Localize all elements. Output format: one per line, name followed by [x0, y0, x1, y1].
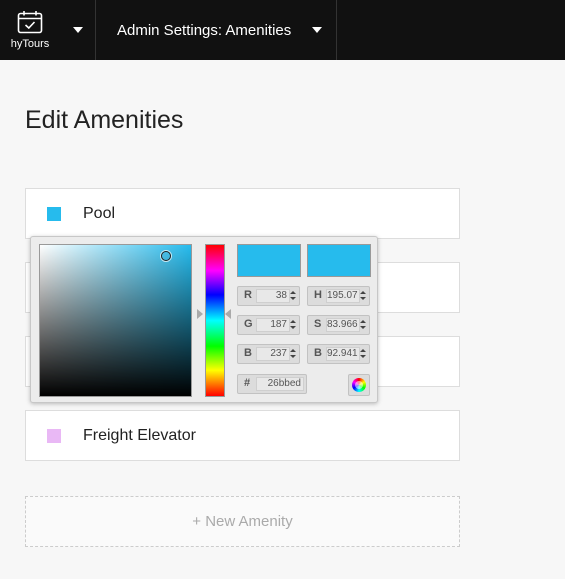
hue-field: H 195.07	[307, 286, 370, 306]
amenity-name[interactable]: Freight Elevator	[83, 427, 196, 445]
brightness-label: B	[314, 347, 322, 359]
hue-spinner-icon[interactable]	[360, 290, 366, 302]
top-navigation-bar: hyTours Admin Settings: Amenities	[0, 0, 565, 60]
brightness-spinner-icon[interactable]	[360, 348, 366, 360]
saturation-spinner-icon[interactable]	[360, 319, 366, 331]
hue-pointer-right-icon	[225, 309, 231, 319]
green-spinner-icon[interactable]	[290, 319, 296, 331]
brand-menu-toggle[interactable]	[60, 0, 96, 60]
saturation-value-area[interactable]	[39, 244, 192, 397]
hex-input[interactable]: 26bbed	[256, 377, 304, 391]
saturation-field: S 83.966	[307, 315, 370, 335]
hue-slider[interactable]	[205, 244, 225, 397]
section-title: Admin Settings: Amenities	[117, 21, 292, 39]
hue-pointer-left-icon	[197, 309, 203, 319]
saturation-value-handle[interactable]	[161, 251, 171, 261]
hue-label: H	[314, 289, 322, 301]
color-wheel-button[interactable]	[348, 374, 370, 396]
amenity-row: Freight Elevator	[25, 410, 460, 461]
amenity-name[interactable]: Pool	[83, 205, 115, 223]
chevron-down-icon	[72, 27, 83, 33]
brand-label: hyTours	[10, 38, 50, 50]
brand-home-link[interactable]: hyTours	[0, 0, 60, 60]
blue-input[interactable]: 237	[256, 347, 290, 361]
hex-label: #	[244, 377, 251, 389]
blue-field: B 237	[237, 344, 300, 364]
amenity-color-swatch[interactable]	[47, 206, 61, 221]
hex-field: # 26bbed	[237, 374, 307, 394]
current-color-preview[interactable]	[307, 244, 371, 277]
saturation-input[interactable]: 83.966	[326, 318, 360, 332]
brightness-input[interactable]: 92.941	[326, 347, 360, 361]
new-amenity-button[interactable]: + New Amenity	[25, 496, 460, 547]
blue-spinner-icon[interactable]	[290, 348, 296, 360]
amenity-row: Pool	[25, 188, 460, 239]
color-picker-popup: R 38 G 187 B 237 H 195.07 S 83.966 B 92.…	[30, 236, 378, 403]
red-spinner-icon[interactable]	[290, 290, 296, 302]
red-field: R 38	[237, 286, 300, 306]
page-title: Edit Amenities	[25, 106, 184, 134]
calendar-check-icon	[17, 11, 43, 34]
hue-input[interactable]: 195.07	[326, 289, 360, 303]
red-input[interactable]: 38	[256, 289, 290, 303]
chevron-down-icon	[312, 27, 323, 33]
brightness-field: B 92.941	[307, 344, 370, 364]
blue-label: B	[244, 347, 252, 359]
green-label: G	[244, 318, 253, 330]
section-switcher[interactable]: Admin Settings: Amenities	[96, 0, 338, 60]
green-field: G 187	[237, 315, 300, 335]
new-color-preview	[237, 244, 301, 277]
green-input[interactable]: 187	[256, 318, 290, 332]
amenity-color-swatch[interactable]	[47, 428, 61, 443]
red-label: R	[244, 289, 252, 301]
color-wheel-icon	[352, 378, 366, 392]
saturation-label: S	[314, 318, 322, 330]
